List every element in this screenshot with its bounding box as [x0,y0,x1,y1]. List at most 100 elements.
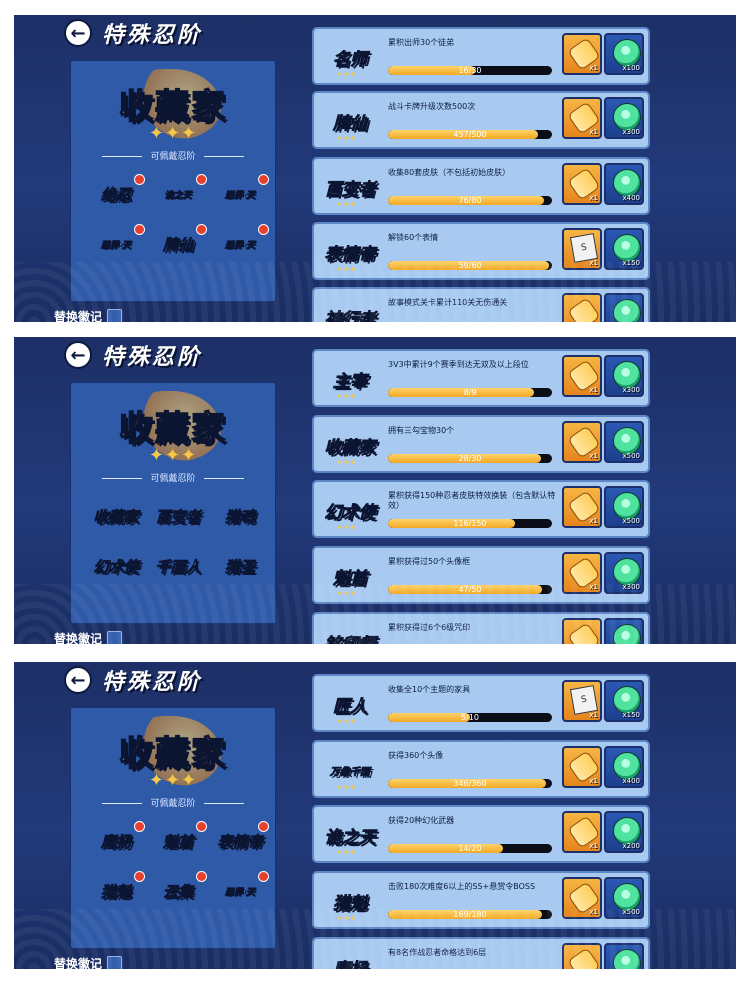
reward-quantity: x1 [589,583,598,591]
rank-title-item[interactable]: 收藏家 [85,498,147,534]
replace-emblem-toggle[interactable]: 替换徽记 [54,308,123,322]
task-card[interactable]: 幻术使 ✦✦✦ 累积获得150种忍者皮肤特效换装（包含默认特效） 116/150 x1 x… [312,480,650,538]
reward-slot-item[interactable]: x1 [562,811,602,853]
task-card[interactable]: 百变者 ✦✦✦ 收集80套皮肤（不包括初始皮肤） 76/80 x1 x400 [312,157,650,215]
reward-slot-item[interactable]: Sx1 [562,680,602,722]
task-card[interactable]: 收藏家 ✦✦✦ 拥有三勾宝物30个 28/30 x1 x500 [312,415,650,473]
red-dot-indicator [134,821,145,832]
reward-slot-currency[interactable]: x200 [604,943,644,969]
reward-slot-item[interactable]: x1 [562,33,602,75]
reward-quantity: x1 [589,842,598,850]
reward-slot-item[interactable]: Sx1 [562,228,602,270]
back-button[interactable]: ← [64,666,92,694]
task-card[interactable]: 表情帝 ✦✦✦ 解锁60个表情 59/60 Sx1 x150 [312,222,650,280]
task-card[interactable]: 牌仙 ✦✦✦ 战斗卡牌升级次数500次 457/500 x1 x300 [312,91,650,149]
progress-text: 169/180 [453,910,487,919]
rank-title-emblem: 忍界·天 [224,240,256,251]
rank-title-item[interactable]: 猎魂 [209,498,271,534]
progress-bar: 16/30 [388,66,552,75]
task-card[interactable]: 魁首 ✦✦✦ 累积获得过50个头像框 47/50 x1 x300 [312,546,650,604]
back-button[interactable]: ← [64,341,92,369]
rank-title-item[interactable]: 幻术使 [85,548,147,584]
reward-slot-currency[interactable]: x500 [604,486,644,528]
rank-title-item[interactable]: 忍界·天 [209,174,271,212]
badge-stars-icon: ✦✦✦ [336,200,357,209]
reward-slot-item[interactable]: x1 [562,943,602,969]
reward-slot-currency[interactable]: x300 [604,97,644,139]
reward-slot-currency[interactable]: x150 [604,228,644,270]
reward-slot-item[interactable]: x1 [562,486,602,528]
rank-title-item[interactable]: 忍界·天 [85,224,147,262]
replace-emblem-checkbox[interactable] [107,631,123,644]
rank-title-emblem: 绝忍 [100,185,132,204]
reward-slot-item[interactable]: x1 [562,421,602,463]
reward-slot-item[interactable]: x1 [562,618,602,644]
rank-title-item[interactable]: 猎圣 [209,548,271,584]
rank-title-item[interactable]: 鹰扬 [85,821,147,859]
reward-slot-item[interactable]: x1 [562,746,602,788]
rank-title-emblem: 幻术使 [93,557,139,576]
rank-title-emblem: 忍界·天 [224,190,256,201]
task-card[interactable]: 铭印师✦✦✦累积获得过6个6级咒印2/6x1x100 [312,612,650,644]
rank-title-item[interactable]: 忍界·天 [209,224,271,262]
rank-title-item[interactable]: 魁首 [147,821,209,859]
rank-title-item[interactable]: 百变者 [147,498,209,534]
task-card[interactable]: 神行者✦✦✦故事模式关卡累计110关无伤通关47/110x1x100 [312,287,650,322]
replace-emblem-checkbox[interactable] [107,956,123,969]
rank-title-item[interactable]: 千面人 [147,548,209,584]
reward-slot-currency[interactable]: x150 [604,680,644,722]
badge-stars-icon: ✦✦✦ [336,717,357,726]
title-badge-text: 百变者 [324,179,376,200]
rank-title-item[interactable]: 诡之天 [147,174,209,212]
reward-slot-currency[interactable]: x400 [604,746,644,788]
reward-slot-item[interactable]: x1 [562,293,602,322]
task-card[interactable]: 鹰扬✦✦✦有8名作战忍者命格达到6层6/8x1x200 [312,937,650,969]
rank-title-item[interactable]: 猎魁 [85,871,147,909]
back-button[interactable]: ← [64,19,92,47]
rank-title-item[interactable]: 绝忍 [85,174,147,212]
reward-slot-item[interactable]: x1 [562,163,602,205]
red-dot-indicator [134,174,145,185]
reward-slot-currency[interactable]: x400 [604,163,644,205]
task-description: 获得360个头像 [388,751,444,760]
reward-slot-item[interactable]: x1 [562,97,602,139]
task-card[interactable]: 万像千面 ✦✦✦ 获得360个头像 346/360 x1 x400 [312,740,650,798]
reward-slot-currency[interactable]: x500 [604,421,644,463]
task-card[interactable]: 匠人 ✦✦✦ 收集全10个主题的家具 5/10 Sx1 x150 [312,674,650,732]
replace-emblem-toggle[interactable]: 替换徽记 [54,955,123,969]
reward-quantity: x150 [622,711,640,719]
progress-bar: 76/80 [388,196,552,205]
rank-title-item[interactable]: 云集 [147,871,209,909]
reward-slot-currency[interactable]: x300 [604,552,644,594]
title-badge-text: 名师 [333,49,368,70]
page-header: ← 特殊忍阶 [64,15,202,53]
replace-emblem-toggle[interactable]: 替换徽记 [54,630,123,644]
reward-quantity: x150 [622,259,640,267]
title-badge: 鹰扬✦✦✦ [320,947,380,969]
rank-title-item[interactable]: 牌仙 [147,224,209,262]
reward-slot-currency[interactable]: x100 [604,33,644,75]
task-card[interactable]: 主宰 ✦✦✦ 3V3中累计9个赛季到达无双及以上段位 8/9 x1 x300 [312,349,650,407]
reward-slot-item[interactable]: x1 [562,552,602,594]
task-card[interactable]: 猎魁 ✦✦✦ 击败180次难度6以上的SS+悬赏令BOSS 169/180 x1 x500 [312,871,650,929]
task-card[interactable]: 诡之天 ✦✦✦ 获得20种幻化武器 14/20 x1 x200 [312,805,650,863]
task-card[interactable]: 名师 ✦✦✦ 累积出师30个徒弟 16/30 x1 x100 [312,27,650,85]
reward-slot-currency[interactable]: x100 [604,293,644,322]
rank-title-item[interactable]: 忍界·天 [209,871,271,909]
reward-quantity: x400 [622,194,640,202]
rank-title-item[interactable]: 表情帝 [209,821,271,859]
green-orb-icon [613,169,641,197]
title-badge: 百变者 ✦✦✦ [320,167,380,209]
reward-slot-item[interactable]: x1 [562,877,602,919]
reward-slot-item[interactable]: x1 [562,355,602,397]
progress-bar: 346/360 [388,779,552,788]
reward-slot-currency[interactable]: x100 [604,618,644,644]
rank-title-emblem: 诡之天 [164,190,192,201]
progress-text: 76/80 [458,196,482,205]
reward-slot-currency[interactable]: x500 [604,877,644,919]
reward-slot-currency[interactable]: x200 [604,811,644,853]
reward-slot-currency[interactable]: x300 [604,355,644,397]
green-orb-icon [613,624,641,644]
replace-emblem-checkbox[interactable] [107,309,123,322]
reward-quantity: x300 [622,583,640,591]
